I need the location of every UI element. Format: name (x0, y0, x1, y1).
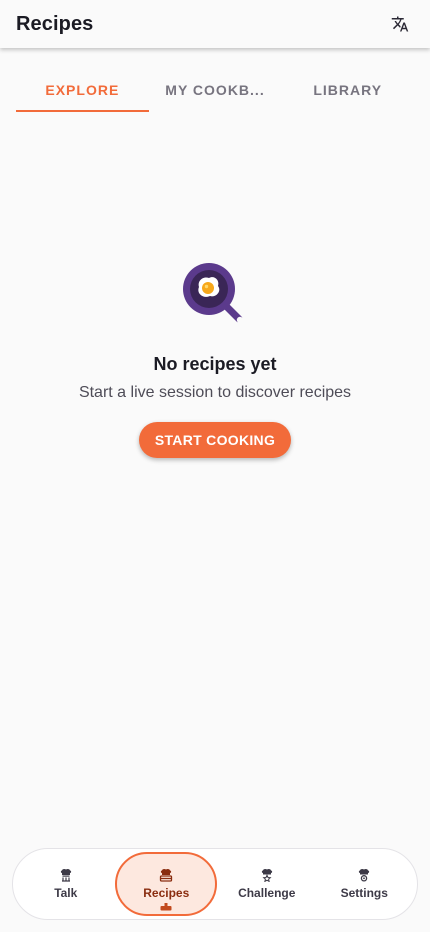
recipes-chef-icon (160, 869, 173, 882)
app-bar: Recipes (0, 0, 430, 48)
translate-button[interactable] (388, 12, 412, 36)
nav-item-challenge[interactable]: Challenge (219, 852, 315, 916)
tab-library[interactable]: LIBRARY (281, 68, 414, 112)
talk-chef-icon (60, 869, 71, 882)
empty-state-subtitle: Start a live session to discover recipes (78, 384, 352, 401)
nav-label-recipes: Recipes (143, 886, 190, 900)
challenge-chef-icon (261, 869, 272, 882)
recipe-tabs: EXPLORE MY COOKB... LIBRARY (16, 68, 414, 112)
nav-item-talk[interactable]: Talk (18, 852, 114, 916)
empty-state: No recipes yet Start a live session to d… (0, 262, 430, 458)
nav-item-recipes[interactable]: Recipes (115, 852, 218, 916)
nav-label-settings: Settings (340, 886, 388, 900)
frying-pan-egg-icon (183, 263, 244, 324)
settings-chef-icon (359, 869, 370, 882)
nav-item-settings[interactable]: Settings (316, 852, 412, 916)
empty-state-title: No recipes yet (153, 354, 277, 374)
translate-icon (391, 16, 409, 32)
cookbook-badge-icon (160, 903, 172, 911)
nav-label-challenge: Challenge (238, 886, 296, 900)
bottom-navigation: Talk Recipes Challenge Settings (12, 848, 418, 920)
nav-label-talk: Talk (54, 886, 78, 900)
tab-my-cookbook[interactable]: MY COOKB... (149, 68, 282, 112)
start-cooking-button[interactable]: START COOKING (138, 422, 292, 458)
tab-explore[interactable]: EXPLORE (16, 68, 149, 112)
page-title: Recipes (16, 12, 94, 35)
